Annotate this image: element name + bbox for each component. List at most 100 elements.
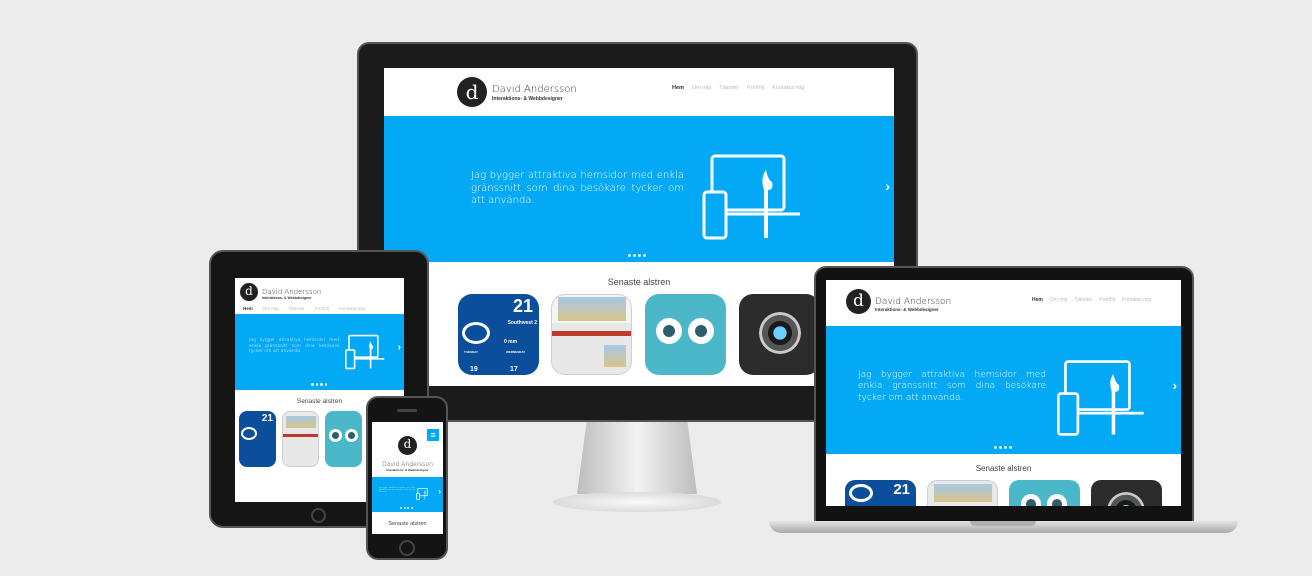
- slider-dots: [400, 507, 413, 509]
- hamburger-menu-icon[interactable]: ≡: [427, 429, 439, 441]
- site-header: d David Andersson Interaktions- & Webbde…: [384, 68, 894, 116]
- slider-dots: [994, 446, 1012, 449]
- thumb-site-strip: [552, 331, 631, 336]
- weather-low-2: 17: [510, 366, 518, 373]
- portfolio-weather-app[interactable]: 21: [845, 480, 916, 506]
- portfolio-website[interactable]: [927, 480, 998, 506]
- weather-temp: 21: [261, 413, 273, 424]
- thumb-site-header: [552, 295, 631, 323]
- thumb-site-image: [286, 416, 316, 428]
- weather-temp: 21: [893, 481, 910, 498]
- thumb-site-strip: [283, 434, 318, 437]
- slider-next-chevron-right-icon[interactable]: ›: [885, 178, 890, 194]
- main-nav: Hem Om mig Tjänster Portfölj Kontakta mi…: [1032, 297, 1151, 303]
- nav-services[interactable]: Tjänster: [289, 306, 305, 311]
- portfolio-weather-app[interactable]: 21: [239, 411, 276, 467]
- slider-dot-1[interactable]: [311, 383, 314, 386]
- monitor-foot: [553, 492, 721, 512]
- brand-subtitle: Interaktions- & Webbdesigner: [262, 296, 312, 300]
- slider-dot-1[interactable]: [994, 446, 997, 449]
- slider-dot-3[interactable]: [638, 254, 641, 257]
- hero-text: Jag bygger attraktiva hemsidor med enkla…: [379, 488, 415, 493]
- nav-portfolio[interactable]: Portfölj: [315, 306, 329, 311]
- main-nav: Hem Om mig Tjänster Portfölj Kontakta mi…: [243, 306, 365, 311]
- portfolio-owl-app[interactable]: [325, 411, 362, 467]
- monitor-phone-brush-icon: [345, 334, 385, 370]
- portfolio-camera-app[interactable]: [739, 294, 820, 375]
- monitor-phone-brush-icon: [416, 488, 428, 500]
- weather-day-1: TUESDAY: [464, 350, 479, 354]
- slider-next-chevron-right-icon[interactable]: ›: [438, 487, 441, 496]
- nav-contact[interactable]: Kontakta mig: [1122, 297, 1151, 303]
- portfolio-weather-app[interactable]: 21 Southwest 2 0 mm TUESDAY WEDNESDAY 19…: [458, 294, 539, 375]
- nav-portfolio[interactable]: Portfölj: [1099, 297, 1115, 303]
- hero-slider: Jag bygger attraktiva hemsidor med enkla…: [384, 116, 894, 262]
- weather-day-2: WEDNESDAY: [506, 350, 526, 354]
- portfolio-camera-app[interactable]: [1091, 480, 1162, 506]
- hero-slider: Jag bygger attraktiva hemsidor med enkla…: [372, 477, 443, 512]
- portfolio-website[interactable]: [551, 294, 632, 375]
- tablet-home-button: [311, 508, 326, 523]
- slider-dot-2[interactable]: [999, 446, 1002, 449]
- slider-dot-2[interactable]: [315, 383, 318, 386]
- monitor-phone-brush-icon: [702, 154, 800, 240]
- slider-dot-1[interactable]: [628, 254, 631, 257]
- phone-screen: ≡ d David Andersson Interaktions- & Webb…: [372, 422, 443, 534]
- brand-subtitle: Interaktions- & Webbdesigner: [386, 468, 429, 472]
- slider-dot-4[interactable]: [643, 254, 646, 257]
- nav-home[interactable]: Hem: [1032, 297, 1043, 303]
- logo-icon[interactable]: d: [457, 77, 487, 107]
- nav-home[interactable]: Hem: [672, 85, 684, 91]
- phone-home-button: [399, 540, 415, 556]
- camera-lens-icon: [759, 312, 801, 354]
- section-title: Senaste alstren: [388, 521, 427, 527]
- cloud-icon: [241, 427, 257, 440]
- logo-icon[interactable]: d: [398, 436, 417, 455]
- logo-icon[interactable]: d: [846, 289, 871, 314]
- slider-dot-3[interactable]: [407, 507, 409, 509]
- nav-about[interactable]: Om mig: [263, 306, 279, 311]
- brand-name: David Andersson: [492, 84, 577, 95]
- nav-about[interactable]: Om mig: [1050, 297, 1068, 303]
- thumb-site-image: [558, 297, 626, 321]
- slider-dot-4[interactable]: [324, 383, 327, 386]
- slider-dot-2[interactable]: [403, 507, 406, 509]
- nav-services[interactable]: Tjänster: [1074, 297, 1092, 303]
- weather-rain: 0 mm: [504, 339, 518, 345]
- owl-eye-left: [656, 318, 682, 344]
- laptop-notch: [970, 521, 1036, 526]
- portfolio-owl-app[interactable]: [1009, 480, 1080, 506]
- nav-portfolio[interactable]: Portfölj: [747, 85, 764, 91]
- slider-dot-3[interactable]: [1004, 446, 1007, 449]
- portfolio-owl-app[interactable]: [645, 294, 726, 375]
- slider-dot-1[interactable]: [400, 507, 402, 509]
- slider-dot-4[interactable]: [1009, 446, 1012, 449]
- brand-subtitle: Interaktions- & Webbdesigner: [492, 96, 563, 102]
- brand-name: David Andersson: [875, 297, 952, 307]
- slider-dot-3[interactable]: [320, 383, 323, 386]
- thumb-site-image: [934, 484, 992, 502]
- site-header: d David Andersson Interaktions- & Webbde…: [235, 278, 404, 314]
- nav-services[interactable]: Tjänster: [719, 85, 739, 91]
- owl-eye-right: [345, 429, 358, 442]
- monitor-neck: [577, 422, 697, 494]
- laptop-screen: d David Andersson Interaktions- & Webbde…: [826, 280, 1181, 506]
- brand-name: David Andersson: [382, 461, 433, 468]
- slider-dot-4[interactable]: [410, 507, 413, 509]
- site-header: d David Andersson Interaktions- & Webbde…: [826, 280, 1181, 326]
- brand-subtitle: Interaktions- & Webbdesigner: [875, 307, 939, 312]
- portfolio-website[interactable]: [282, 411, 319, 467]
- logo-icon[interactable]: d: [240, 283, 258, 301]
- owl-eye-right: [1047, 494, 1067, 506]
- nav-about[interactable]: Om mig: [692, 85, 711, 91]
- slider-next-chevron-right-icon[interactable]: ›: [1173, 378, 1177, 393]
- hero-text: Jag bygger attraktiva hemsidor med enkla…: [858, 370, 1046, 403]
- slider-dot-2[interactable]: [633, 254, 636, 257]
- camera-lens-icon: [1107, 492, 1145, 506]
- nav-home[interactable]: Hem: [243, 306, 253, 311]
- nav-contact[interactable]: Kontakta mig: [772, 85, 804, 91]
- main-nav: Hem Om mig Tjänster Portfölj Kontakta mi…: [672, 85, 804, 91]
- slider-next-chevron-right-icon[interactable]: ›: [398, 342, 401, 353]
- slider-dots: [311, 383, 327, 386]
- nav-contact[interactable]: Kontakta mig: [339, 306, 365, 311]
